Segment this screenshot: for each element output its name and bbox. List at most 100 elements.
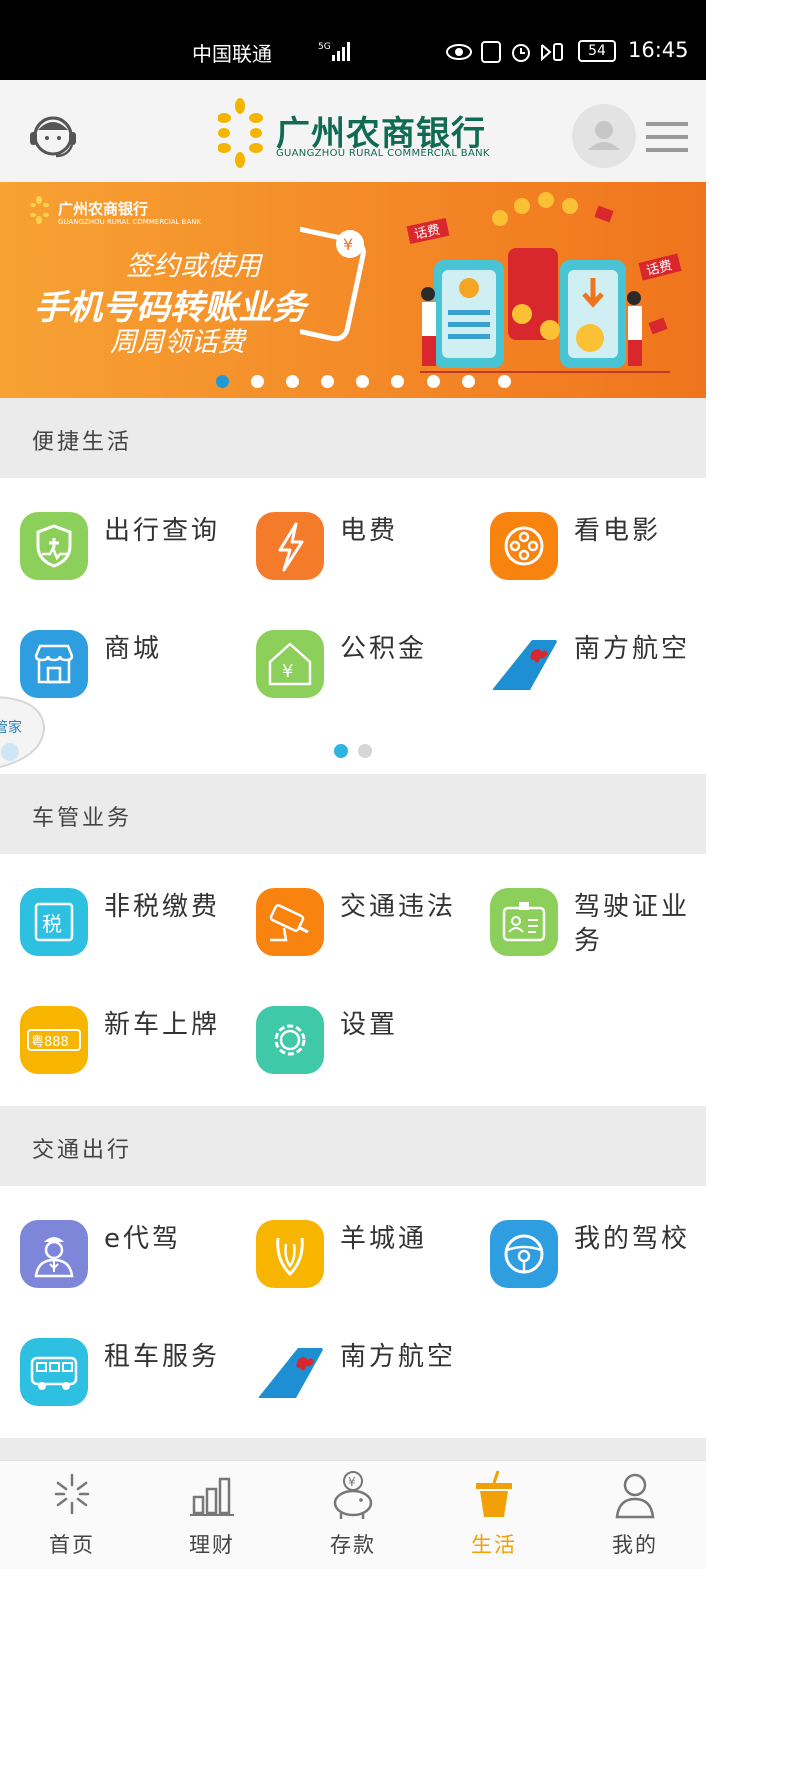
bottom-tab-bar: 首页 理财 ¥ 存款 生活 我的 [0,1460,706,1569]
banner-illustration: ¥ 话费 话费 [300,192,682,373]
grid-item-driving-school[interactable]: 我的驾校 [490,1220,720,1300]
grid-page-dot-active[interactable] [334,744,348,758]
grid-item-car-rental[interactable]: 租车服务 [20,1338,250,1418]
svg-text:税: 税 [42,912,62,936]
banner-dot[interactable] [391,375,404,388]
grid-item-settings[interactable]: 设置 [256,1006,486,1086]
tab-home[interactable]: 首页 [12,1461,132,1569]
system-status-icons [446,41,563,63]
china-southern-logo-icon [492,640,558,690]
grid-item-china-southern-2[interactable]: 南方航空 [256,1338,486,1418]
grid-item-driver-license[interactable]: 驾驶证业务 [490,888,720,968]
grid-item-label: 公积金 [340,634,428,664]
tab-mine[interactable]: 我的 [575,1461,695,1569]
banner-logo-en: GUANGZHOU RURAL COMMERCIAL BANK [58,218,202,226]
grid-item-movie[interactable]: 看电影 [490,512,720,592]
grid-item-label: 设置 [340,1010,399,1040]
license-plate-icon: 粤888 [20,1006,88,1074]
grid-item-label: 出行查询 [104,516,221,546]
svg-text:¥: ¥ [348,1475,356,1489]
banner-logo-icon [30,196,49,224]
menu-icon[interactable] [646,120,688,154]
tab-life[interactable]: 生活 [434,1461,554,1569]
banner-dot[interactable] [286,375,299,388]
section-title: 交通出行 [32,1138,133,1163]
section-footer-divider [0,1438,706,1460]
user-silhouette-icon [588,121,620,150]
id-card-icon [490,888,558,956]
network-label: 5G [318,42,331,52]
grid-item-label: 商城 [104,634,163,664]
home-logo-icon [54,1473,90,1515]
lightning-icon [256,512,324,580]
film-reel-icon [490,512,558,580]
grid-item-e-driver[interactable]: e代驾 [20,1220,250,1300]
tab-label: 首页 [49,1533,95,1557]
tab-label: 理财 [189,1533,235,1557]
grid-item-label: 驾驶证业务 [574,892,691,956]
store-icon [20,630,88,698]
banner-dot[interactable] [321,375,334,388]
piggy-bank-icon: ¥ [333,1471,373,1519]
steering-wheel-icon [490,1220,558,1288]
svg-text:粤888: 粤888 [31,1034,69,1050]
tab-label: 我的 [612,1533,658,1557]
svg-text:¥: ¥ [343,235,353,254]
grid-item-label: 非税缴费 [104,892,221,922]
tax-icon: 税 [20,888,88,956]
grid-item-nontax-payment[interactable]: 税 非税缴费 [20,888,250,968]
banner-dot[interactable] [216,375,229,388]
banner-dot[interactable] [251,375,264,388]
banner-dot[interactable] [462,375,475,388]
gear-icon [256,1006,324,1074]
avatar[interactable] [572,104,636,168]
grid-item-label: 羊城通 [340,1224,428,1254]
signal-icon: 5G [318,42,350,61]
grid-item-label: 租车服务 [104,1342,221,1372]
assistant-label: 管家 [0,719,22,736]
user-icon [615,1473,655,1519]
grid-item-mall[interactable]: 商城 [20,630,250,710]
grid-item-label: 南方航空 [340,1342,457,1372]
bar-chart-icon [190,1477,234,1516]
tab-label: 存款 [330,1533,376,1557]
grid-item-travel-query[interactable]: 出行查询 [20,512,250,592]
section-header-transport: 交通出行 [0,1106,706,1186]
battery-indicator: 54 [578,40,616,62]
grid-item-housing-fund[interactable]: ¥ 公积金 [256,630,486,710]
svg-text:¥: ¥ [282,661,293,682]
grid-item-label: 新车上牌 [104,1010,221,1040]
grid-item-label: 电费 [340,516,399,546]
grid-page-dot[interactable] [358,744,372,758]
clock: 16:45 [628,38,689,62]
status-bar: 中国联通 5G 54 16:45 [0,0,706,80]
customer-service-icon[interactable] [24,106,82,164]
section-title: 车管业务 [32,806,133,831]
banner-logo-text: 广州农商银行 [58,200,149,218]
tab-deposit[interactable]: ¥ 存款 [293,1461,413,1569]
banner-pagination[interactable] [0,372,706,390]
grid-item-yangchengtong[interactable]: 羊城通 [256,1220,486,1300]
tab-wealth[interactable]: 理财 [152,1461,272,1569]
section-header-vehicle-services: 车管业务 [0,774,706,854]
grid-item-label: e代驾 [104,1224,181,1254]
grid-item-new-car-plate[interactable]: 粤888 新车上牌 [20,1006,250,1086]
banner-dot[interactable] [356,375,369,388]
china-southern-logo-icon [258,1348,324,1398]
driver-icon [20,1220,88,1288]
banner-dot[interactable] [498,375,511,388]
bank-name-en: GUANGZHOU RURAL COMMERCIAL BANK [276,148,490,159]
grid-item-china-southern[interactable]: 南方航空 [490,630,720,710]
grid-item-traffic-violation[interactable]: 交通违法 [256,888,486,968]
banner-line-3: 周周领话费 [110,327,245,358]
traffic-camera-icon [256,888,324,956]
banner-dot[interactable] [427,375,440,388]
promo-banner[interactable]: 广州农商银行 GUANGZHOU RURAL COMMERCIAL BANK 签… [0,182,706,398]
grid-item-electricity[interactable]: 电费 [256,512,486,592]
grid-item-label: 我的驾校 [574,1224,691,1254]
grid-item-label: 交通违法 [340,892,457,922]
bus-icon [20,1338,88,1406]
assistant-float-button[interactable]: 管家 [0,692,46,776]
section-header-convenient-life: 便捷生活 [0,398,706,478]
drink-cup-icon [476,1470,512,1517]
